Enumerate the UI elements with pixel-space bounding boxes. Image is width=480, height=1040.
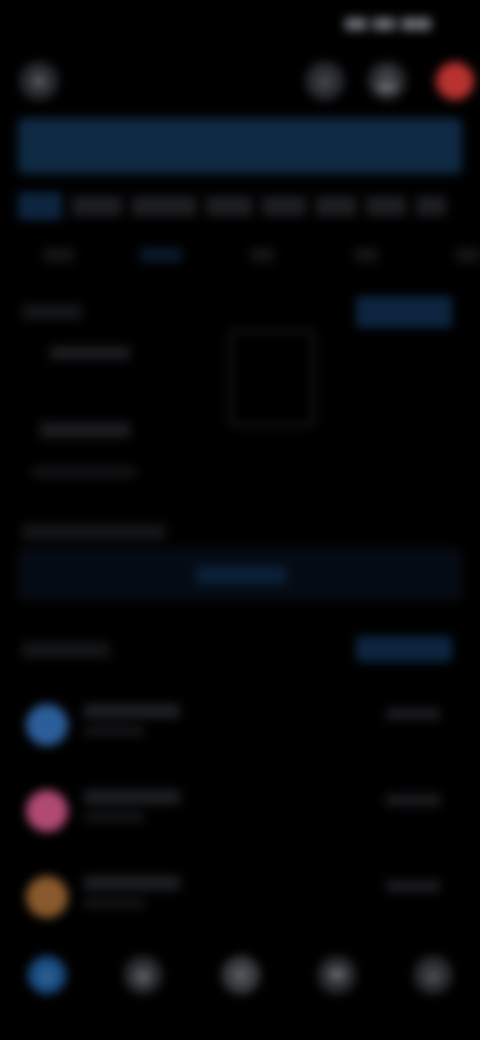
subtab-3[interactable] — [354, 248, 378, 262]
highlight-pill — [196, 566, 286, 584]
tab-1[interactable] — [72, 196, 122, 216]
schedule-item-0[interactable] — [50, 346, 130, 360]
avatar — [26, 790, 68, 832]
search-input[interactable] — [18, 118, 462, 174]
activity-title — [22, 642, 110, 658]
status-bar — [0, 14, 480, 48]
subtab-2[interactable] — [250, 248, 274, 262]
status-icons — [345, 18, 431, 30]
tab-7[interactable] — [416, 196, 446, 216]
avatar[interactable] — [436, 62, 474, 100]
schedule-title — [22, 304, 82, 320]
subtab-1[interactable] — [140, 248, 182, 262]
tab-4[interactable] — [262, 196, 306, 216]
calendar-card[interactable] — [230, 330, 314, 426]
bottom-navigation: ⌂ ◎ ＋ ✉ ☺ — [0, 944, 480, 1010]
signal-icon — [345, 18, 367, 30]
list-item[interactable] — [0, 686, 480, 766]
sub-tabs — [0, 242, 480, 276]
explore-icon[interactable]: ◎ — [124, 956, 162, 994]
profile-icon[interactable]: ☺ — [414, 956, 452, 994]
activity-button[interactable] — [356, 636, 452, 662]
tab-0[interactable] — [18, 192, 62, 220]
subtab-4[interactable] — [456, 248, 480, 262]
category-tabs — [18, 188, 480, 224]
list-item[interactable] — [0, 858, 480, 938]
list-item-time — [386, 880, 440, 892]
list-item-title — [84, 704, 180, 718]
search-icon[interactable]: ⌕ — [306, 62, 344, 100]
list-item-subtitle — [84, 812, 144, 822]
schedule-item-1[interactable] — [40, 422, 130, 438]
menu-icon[interactable]: ≡ — [20, 62, 58, 100]
bell-icon[interactable]: 🔔︎ — [368, 62, 406, 100]
tab-5[interactable] — [316, 196, 356, 216]
subtab-0[interactable] — [44, 248, 74, 262]
list-item-title — [84, 790, 180, 804]
messages-icon[interactable]: ✉ — [318, 956, 356, 994]
list-item-time — [386, 708, 440, 720]
list-item-subtitle — [84, 726, 144, 736]
top-app-bar: ≡ ⌕ 🔔︎ — [0, 58, 480, 106]
list-item-time — [386, 794, 440, 806]
home-icon[interactable]: ⌂ — [28, 956, 66, 994]
list-item-subtitle — [84, 898, 144, 908]
avatar — [26, 876, 68, 918]
list-item-title — [84, 876, 180, 890]
schedule-button[interactable] — [356, 296, 452, 328]
battery-icon — [401, 18, 431, 30]
avatar — [26, 704, 68, 746]
schedule-footnote — [32, 466, 136, 478]
add-icon[interactable]: ＋ — [222, 956, 260, 994]
tab-6[interactable] — [366, 196, 406, 216]
list-item[interactable] — [0, 772, 480, 852]
tab-2[interactable] — [132, 196, 196, 216]
tab-3[interactable] — [206, 196, 252, 216]
highlight-title — [22, 524, 166, 540]
wifi-icon — [373, 18, 395, 30]
